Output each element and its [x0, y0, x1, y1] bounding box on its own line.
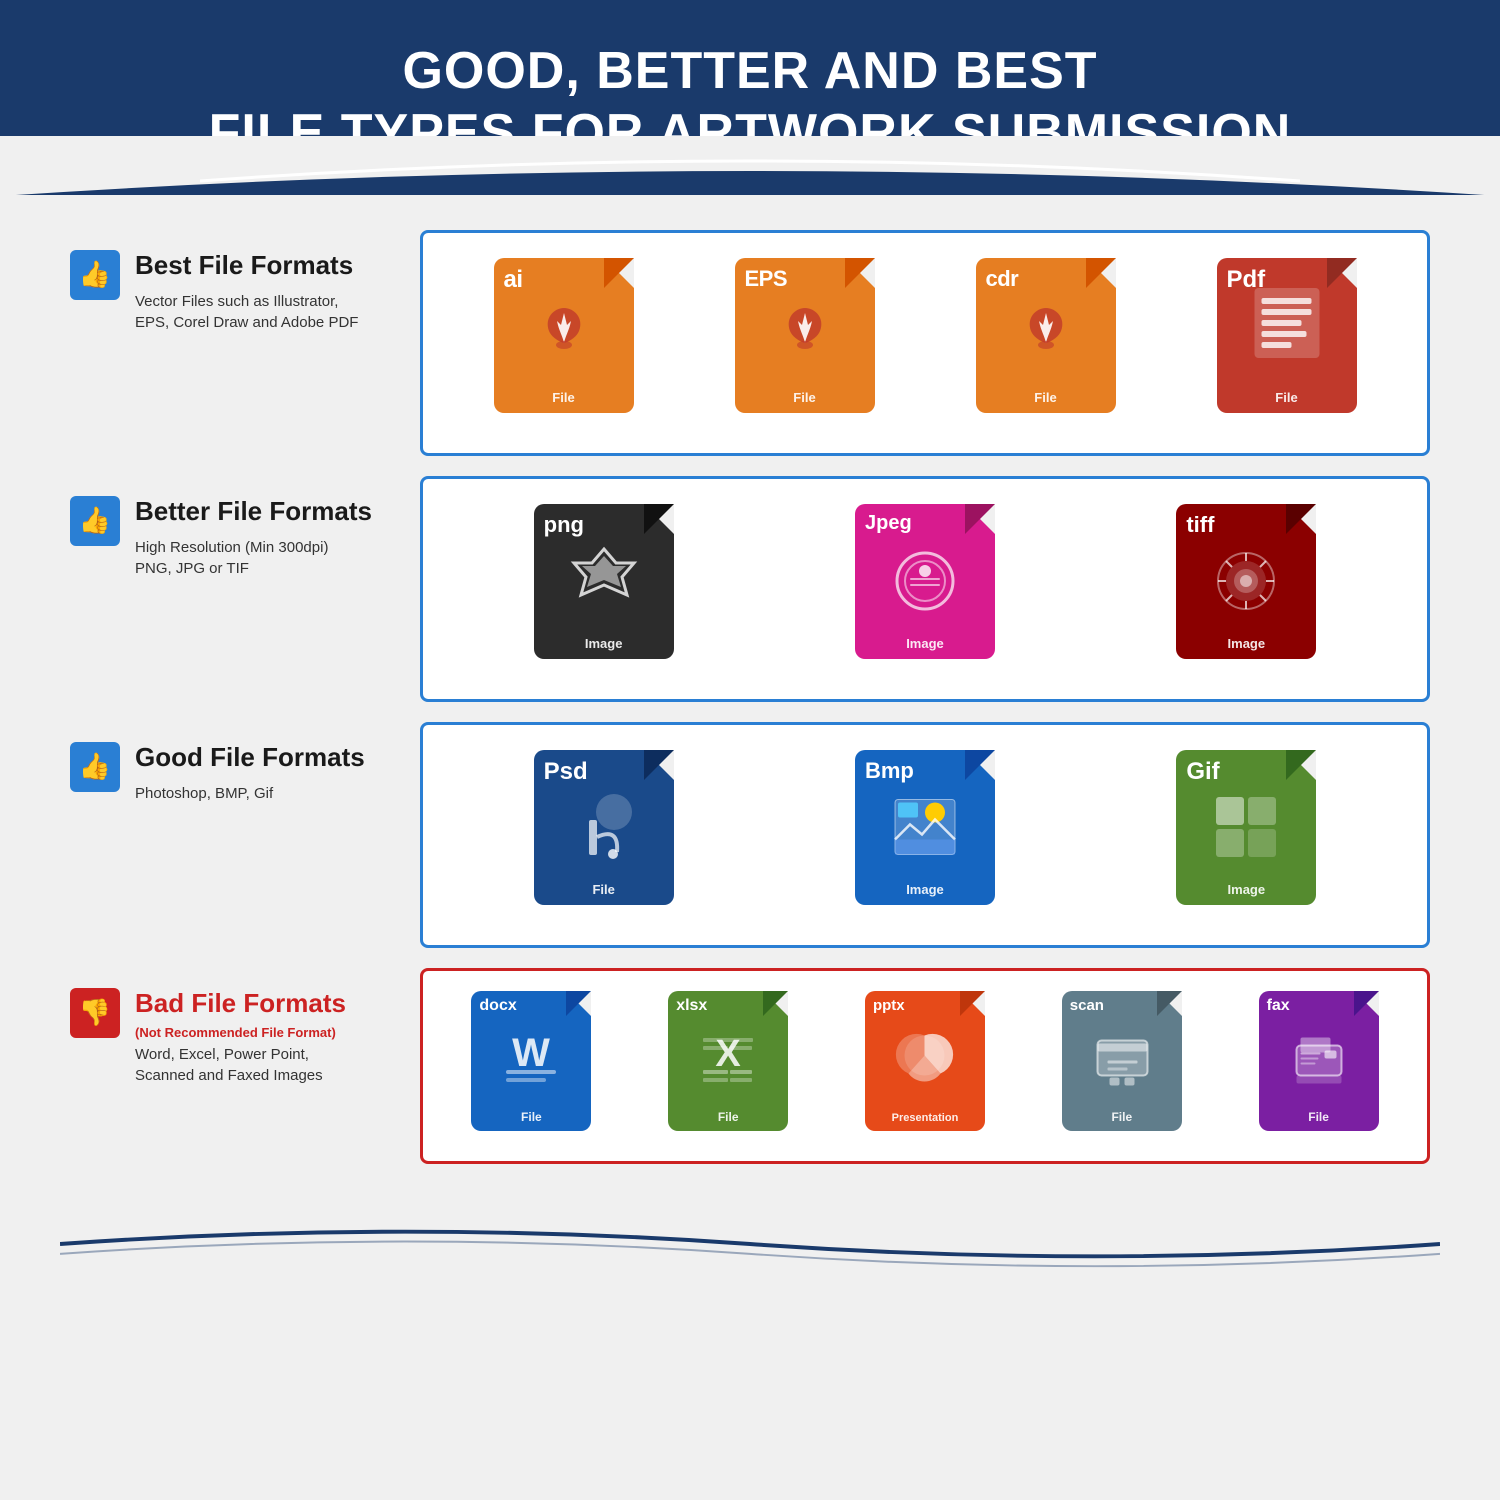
better-desc: High Resolution (Min 300dpi)PNG, JPG or … [135, 537, 400, 579]
best-row: 👍 Best File Formats Vector Files such as… [80, 230, 1430, 456]
file-tiff: tiff [1166, 504, 1326, 674]
file-jpeg: Jpeg Image [845, 504, 1005, 674]
main-bg: GOOD, BETTER AND BEST FILE TYPES FOR ART… [0, 0, 1500, 1500]
file-xlsx: xlsx X File [663, 991, 793, 1141]
file-png: png Image [524, 504, 684, 674]
header-section: GOOD, BETTER AND BEST FILE TYPES FOR ART… [0, 0, 1500, 195]
file-fax: fax File [1254, 991, 1384, 1141]
file-pdf: Pdf File [1207, 258, 1367, 428]
best-desc: Vector Files such as Illustrator,EPS, Co… [135, 291, 400, 333]
best-thumb-icon: 👍 [70, 250, 120, 300]
file-ai: ai File [484, 258, 644, 428]
better-icons-area: png Image Jpeg [420, 476, 1430, 702]
bottom-swoosh [60, 1214, 1440, 1274]
bad-thumb-icon: 👎 [70, 988, 120, 1038]
better-title: Better File Formats [135, 496, 400, 527]
better-label-area: 👍 Better File Formats High Resolution (M… [80, 476, 420, 702]
bad-icons-area: docx W File xlsx [420, 968, 1430, 1164]
good-row: 👍 Good File Formats Photoshop, BMP, Gif … [80, 722, 1430, 948]
file-bmp: Bmp Image [845, 750, 1005, 920]
best-label-area: 👍 Best File Formats Vector Files such as… [80, 230, 420, 456]
bad-title: Bad File Formats [135, 988, 400, 1019]
good-title: Good File Formats [135, 742, 400, 773]
bad-subtitle: (Not Recommended File Format) [135, 1025, 400, 1040]
header-swoosh [0, 136, 1500, 196]
file-gif: Gif Image [1166, 750, 1326, 920]
best-title: Best File Formats [135, 250, 400, 281]
svg-text:W: W [513, 1031, 551, 1075]
good-thumb-icon: 👍 [70, 742, 120, 792]
bad-row: 👎 Bad File Formats (Not Recommended File… [80, 968, 1430, 1164]
file-scan: scan File [1057, 991, 1187, 1141]
good-desc: Photoshop, BMP, Gif [135, 783, 400, 804]
file-cdr: cdr File [966, 258, 1126, 428]
bad-label-area: 👎 Bad File Formats (Not Recommended File… [80, 968, 420, 1164]
good-icons-area: Psd File Bmp [420, 722, 1430, 948]
better-thumb-icon: 👍 [70, 496, 120, 546]
file-eps: EPS File [725, 258, 885, 428]
best-icons-area: ai File EPS [420, 230, 1430, 456]
file-docx: docx W File [466, 991, 596, 1141]
content-area: 👍 Best File Formats Vector Files such as… [0, 195, 1500, 1204]
good-label-area: 👍 Good File Formats Photoshop, BMP, Gif [80, 722, 420, 948]
file-psd: Psd File [524, 750, 684, 920]
better-row: 👍 Better File Formats High Resolution (M… [80, 476, 1430, 702]
file-pptx: pptx Presentation [860, 991, 990, 1141]
bad-desc: Word, Excel, Power Point,Scanned and Fax… [135, 1044, 400, 1086]
